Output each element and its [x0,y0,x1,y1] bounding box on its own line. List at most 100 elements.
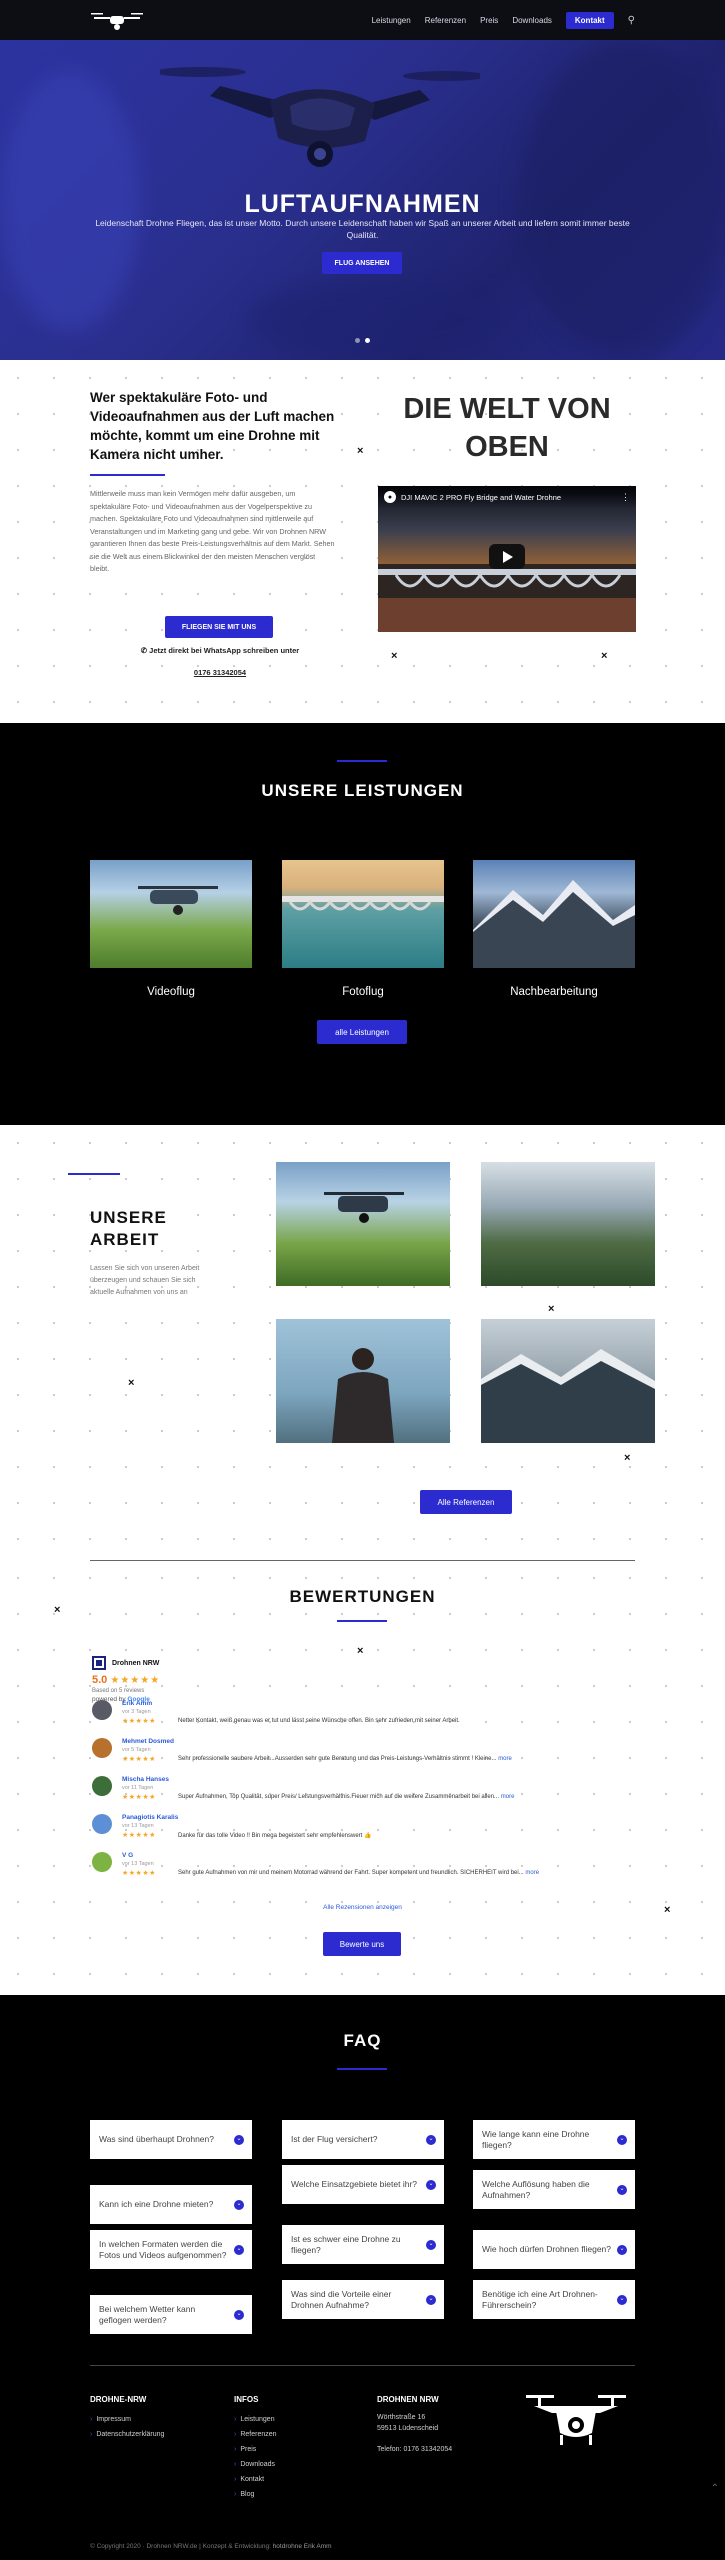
faq-question[interactable]: Was sind überhaupt Drohnen? ⌄ [90,2120,252,2159]
world-heading: DIE WELT VON OBEN [403,393,611,463]
reviewer-name[interactable]: V G [122,1852,133,1859]
search-icon[interactable]: ⚲ [628,15,635,26]
nav-leistungen[interactable]: Leistungen [372,16,411,25]
service-caption: Nachbearbeitung [510,986,598,998]
slider-dot-active[interactable] [365,338,370,343]
developer-link[interactable]: hotdrohne Erik Amm [273,2543,332,2550]
work-image-drone[interactable] [276,1162,450,1286]
chevron-down-icon[interactable]: ⌄ [426,2134,436,2145]
chevron-down-icon[interactable]: ⌄ [426,2294,436,2305]
service-image-drone [90,860,252,968]
chevron-up-icon[interactable]: ⌃ [711,2483,719,2494]
work-image-lake[interactable] [481,1319,655,1443]
faq-question-text: In welchen Formaten werden die Fotos und… [99,2238,227,2260]
phone-link[interactable]: 0176 31342054 [110,668,330,677]
service-card-videoflug[interactable]: Videoflug [90,860,252,998]
faq-title: FAQ [343,2031,382,2050]
faq-question[interactable]: Kann ich eine Drohne mieten? ⌄ [90,2185,252,2224]
footer-heading: DROHNEN NRW [377,2395,439,2404]
work-section: UNSERE ARBEIT Lassen Sie sich von unsere… [0,1125,725,1560]
reviewer-name[interactable]: Mischa Hanses [122,1776,169,1783]
main-nav: Leistungen Referenzen Preis Downloads Ko… [372,11,635,29]
chevron-down-icon[interactable]: ⌄ [617,2244,627,2255]
nav-kontakt-button[interactable]: Kontakt [565,11,614,29]
google-rating-badge: Drohnen NRW 5.0 ★★★★★ Based on 5 reviews… [92,1656,202,1703]
nav-preis[interactable]: Preis [480,16,498,25]
footer-link-downloads[interactable]: Downloads [234,2457,277,2472]
review-date: vor 13 Tagen [122,1823,154,1829]
chevron-down-icon[interactable]: ⌄ [617,2184,627,2195]
faq-question[interactable]: In welchen Formaten werden die Fotos und… [90,2230,252,2269]
decor-x-icon: × [128,1377,135,1389]
site-header: Leistungen Referenzen Preis Downloads Ko… [0,0,725,40]
more-options-icon[interactable]: ⋮ [621,492,630,503]
service-card-nachbearbeitung[interactable]: Nachbearbeitung [473,860,635,998]
footer-heading: DROHNE-NRW [90,2395,147,2404]
faq-question[interactable]: Welche Auflösung haben die Aufnahmen? ⌄ [473,2170,635,2209]
work-image-valley[interactable] [481,1162,655,1286]
play-icon[interactable] [489,544,525,569]
work-paragraph: Lassen Sie sich von unseren Arbeit überz… [90,1265,200,1296]
chevron-down-icon[interactable]: ⌄ [426,2179,436,2190]
read-more-link[interactable]: more [525,1870,539,1876]
reviewer-name[interactable]: Panagiotis Karalis [122,1814,178,1821]
faq-question[interactable]: Wie lange kann eine Drohne fliegen? ⌄ [473,2120,635,2159]
review-stars: ★★★★★ [122,1832,156,1839]
rating-score: 5.0 ★★★★★ [92,1674,202,1686]
rate-us-button[interactable]: Bewerte uns [323,1932,401,1956]
footer-link-privacy[interactable]: Datenschutzerklärung [90,2427,164,2442]
faq-question[interactable]: Ist es schwer eine Drohne zu fliegen? ⌄ [282,2225,444,2264]
video-title[interactable]: DJI MAVIC 2 PRO Fly Bridge and Water Dro… [401,493,561,502]
chevron-down-icon[interactable]: ⌄ [617,2134,627,2145]
all-reviews-link[interactable]: Alle Rezensionen anzeigen [0,1904,725,1911]
footer-link-referenzen[interactable]: Referenzen [234,2427,276,2442]
nav-downloads[interactable]: Downloads [512,16,552,25]
read-more-link[interactable]: more [498,1756,512,1762]
divider [90,1560,635,1561]
chevron-down-icon[interactable]: ⌄ [617,2294,627,2305]
slider-dot[interactable] [355,338,360,343]
all-references-button[interactable]: Alle Referenzen [420,1490,512,1514]
footer-phone[interactable]: Telefon: 0176 31342054 [377,2444,452,2455]
faq-question[interactable]: Ist der Flug versichert? ⌄ [282,2120,444,2159]
footer-link-leistungen[interactable]: Leistungen [234,2412,277,2427]
footer-col-drohne-nrw: DROHNE-NRW Impressum Datenschutzerklärun… [90,2395,164,2442]
intro-heading: Wer spektakuläre Foto- und Videoaufnahme… [90,390,335,462]
channel-avatar: ● [384,491,396,503]
nav-referenzen[interactable]: Referenzen [425,16,466,25]
all-services-button[interactable]: alle Leistungen [317,1020,407,1044]
reviewer-name[interactable]: Mehmet Dosmed [122,1738,174,1745]
chevron-down-icon[interactable]: ⌄ [234,2244,244,2255]
footer-link-blog[interactable]: Blog [234,2487,277,2502]
accent-line [337,760,387,762]
work-image-person[interactable] [276,1319,450,1443]
faq-question[interactable]: Wie hoch dürfen Drohnen fliegen? ⌄ [473,2230,635,2269]
footer-link-preis[interactable]: Preis [234,2442,277,2457]
watch-flight-button[interactable]: FLUG ANSEHEN [322,252,402,274]
faq-question-text: Welche Einsatzgebiete bietet ihr? [291,2179,418,2189]
chevron-down-icon[interactable]: ⌄ [234,2309,244,2320]
faq-question[interactable]: Benötige ich eine Art Drohnen-Führersche… [473,2280,635,2319]
footer-link-impressum[interactable]: Impressum [90,2412,164,2427]
business-name[interactable]: Drohnen NRW [112,1660,159,1667]
copyright-text: © Copyright 2020 · Drohnen NRW.de | Konz… [90,2543,271,2550]
fly-with-us-button[interactable]: FLIEGEN SIE MIT UNS [165,616,273,638]
youtube-video-embed[interactable]: ● DJI MAVIC 2 PRO Fly Bridge and Water D… [378,486,636,632]
faq-question[interactable]: Was sind die Vorteile einer Drohnen Aufn… [282,2280,444,2319]
decor-x-icon: × [54,1604,61,1616]
service-card-fotoflug[interactable]: Fotoflug [282,860,444,998]
drone-logo[interactable] [90,7,144,33]
faq-question[interactable]: Welche Einsatzgebiete bietet ihr? ⌄ [282,2165,444,2204]
footer-link-kontakt[interactable]: Kontakt [234,2472,277,2487]
chevron-down-icon[interactable]: ⌄ [426,2239,436,2250]
service-image-mountains [473,860,635,968]
faq-question[interactable]: Bei welchem Wetter kann geflogen werden?… [90,2295,252,2334]
reviews-title: BEWERTUNGEN [289,1587,436,1606]
chevron-down-icon[interactable]: ⌄ [234,2134,244,2145]
faq-question-text: Ist es schwer eine Drohne zu fliegen? [291,2233,401,2255]
intro-section: Wer spektakuläre Foto- und Videoaufnahme… [0,360,725,723]
reviewer-name[interactable]: Erik Amm [122,1700,152,1707]
hero-drone-image [160,67,480,167]
chevron-down-icon[interactable]: ⌄ [234,2199,244,2210]
read-more-link[interactable]: more [501,1794,515,1800]
